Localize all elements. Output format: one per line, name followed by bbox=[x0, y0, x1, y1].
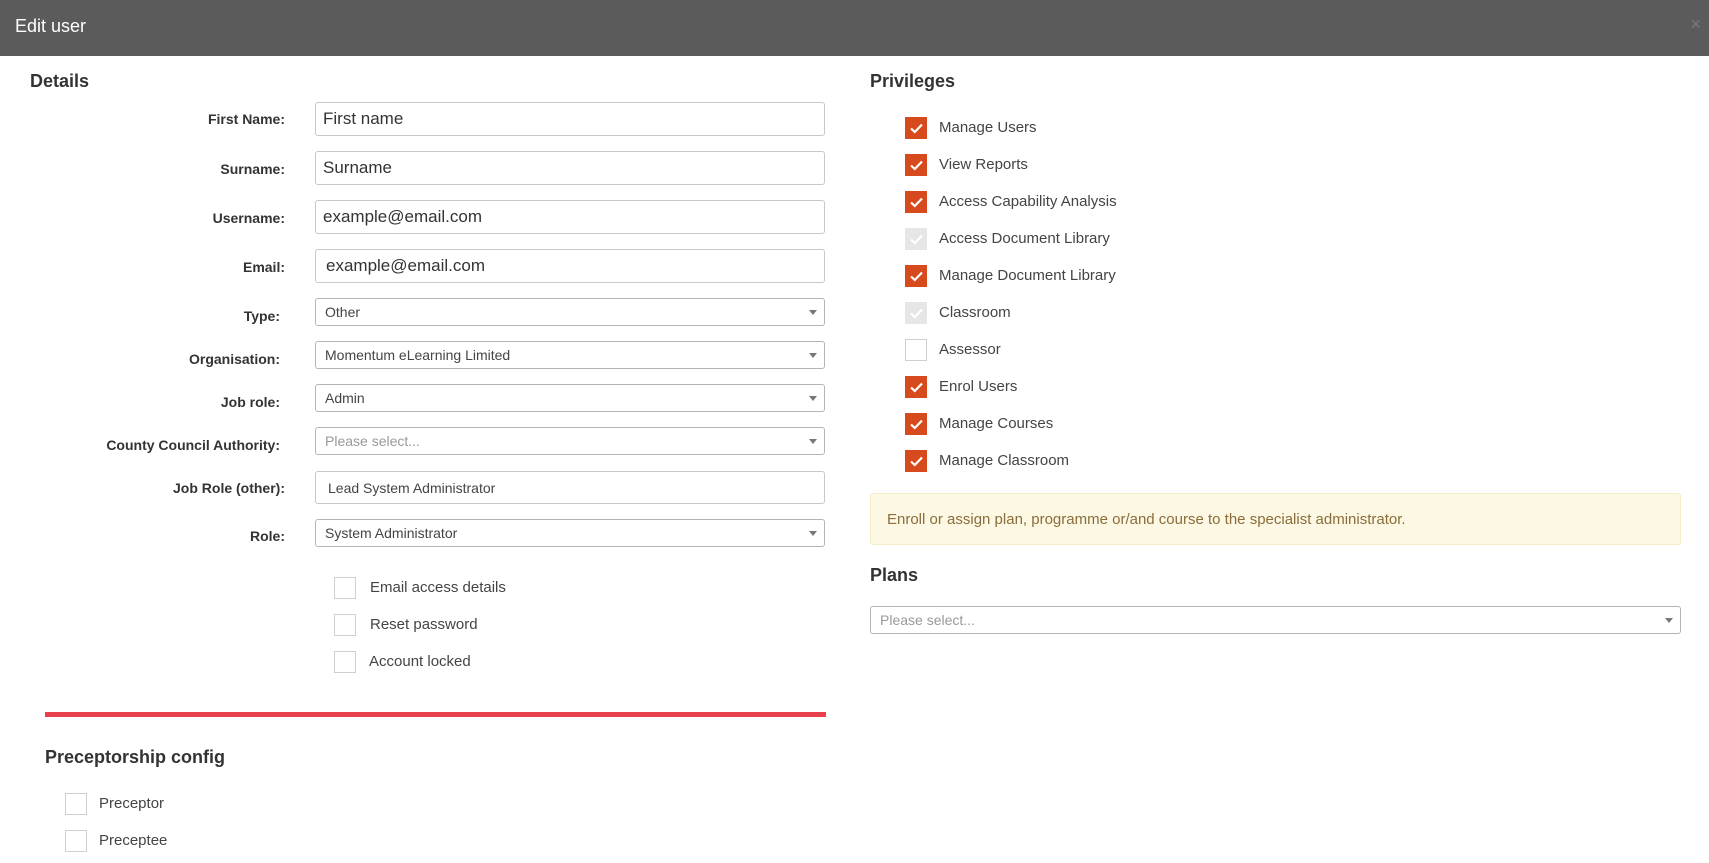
chevron-down-icon bbox=[809, 353, 817, 358]
privilege-label-manage-courses: Manage Courses bbox=[939, 415, 1054, 432]
reset-password-label: Reset password bbox=[370, 616, 478, 633]
preceptor-checkbox[interactable] bbox=[65, 793, 87, 815]
chevron-down-icon bbox=[809, 439, 817, 444]
privilege-label-view-reports: View Reports bbox=[939, 156, 1028, 173]
county-council-select[interactable]: Please select... bbox=[315, 427, 825, 455]
preceptorship-title: Preceptorship config bbox=[45, 747, 226, 767]
privilege-checkbox-access-document-library bbox=[905, 228, 927, 250]
modal-title: Edit user bbox=[15, 16, 87, 36]
reset-password-checkbox[interactable] bbox=[334, 614, 356, 636]
privilege-checkbox-access-capability-analysis[interactable] bbox=[905, 191, 927, 213]
organisation-label: Organisation: bbox=[188, 351, 280, 367]
job-role-other-input[interactable]: Lead System Administrator bbox=[315, 471, 825, 504]
details-title: Details bbox=[30, 71, 90, 91]
username-input[interactable]: example@email.com bbox=[315, 200, 825, 234]
county-council-select-placeholder: Please select... bbox=[325, 433, 420, 449]
privilege-checkbox-enrol-users[interactable] bbox=[905, 376, 927, 398]
chevron-down-icon bbox=[809, 531, 817, 536]
privileges-title: Privileges bbox=[870, 71, 956, 91]
email-access-details-checkbox[interactable] bbox=[334, 577, 356, 599]
privilege-label-manage-users: Manage Users bbox=[939, 119, 1037, 136]
checkmark-icon bbox=[910, 456, 923, 467]
type-select-value: Other bbox=[325, 304, 361, 320]
checkmark-icon bbox=[910, 160, 923, 171]
privilege-label-enrol-users: Enrol Users bbox=[939, 378, 1018, 395]
checkmark-icon bbox=[910, 271, 923, 282]
checkmark-icon bbox=[910, 234, 923, 245]
job-role-other-label: Job Role (other): bbox=[173, 480, 285, 496]
first-name-label: First Name: bbox=[207, 111, 285, 127]
privilege-checkbox-manage-classroom[interactable] bbox=[905, 450, 927, 472]
role-select-value: System Administrator bbox=[325, 525, 458, 541]
privilege-checkbox-manage-document-library[interactable] bbox=[905, 265, 927, 287]
organisation-select[interactable]: Momentum eLearning Limited bbox=[315, 341, 825, 369]
privilege-label-manage-document-library: Manage Document Library bbox=[939, 267, 1116, 284]
specialist-admin-notice: Enroll or assign plan, programme or/and … bbox=[870, 493, 1681, 545]
preceptee-label: Preceptee bbox=[99, 832, 168, 849]
checkmark-icon bbox=[910, 308, 923, 319]
role-label: Role: bbox=[250, 528, 285, 544]
username-label: Username: bbox=[212, 210, 285, 226]
email-input[interactable]: example@email.com bbox=[315, 249, 825, 283]
close-icon[interactable]: × bbox=[1690, 14, 1701, 35]
email-label: Email: bbox=[242, 259, 285, 275]
job-role-select-value: Admin bbox=[325, 390, 365, 406]
checkmark-icon bbox=[910, 382, 923, 393]
role-select[interactable]: System Administrator bbox=[315, 519, 825, 547]
section-divider bbox=[45, 712, 826, 717]
privilege-checkbox-manage-users[interactable] bbox=[905, 117, 927, 139]
privilege-label-access-capability-analysis: Access Capability Analysis bbox=[939, 193, 1117, 210]
privilege-checkbox-assessor[interactable] bbox=[905, 339, 927, 361]
county-council-label: County Council Authority: bbox=[106, 437, 280, 453]
plans-select-placeholder: Please select... bbox=[880, 612, 975, 628]
privilege-label-assessor: Assessor bbox=[939, 341, 1001, 358]
account-locked-checkbox[interactable] bbox=[334, 651, 356, 673]
modal-header: Edit user × bbox=[0, 0, 1709, 56]
job-role-label: Job role: bbox=[220, 394, 280, 410]
plans-select[interactable]: Please select... bbox=[870, 606, 1681, 634]
surname-input[interactable]: Surname bbox=[315, 151, 825, 185]
account-locked-label: Account locked bbox=[369, 653, 471, 670]
first-name-input[interactable]: First name bbox=[315, 102, 825, 136]
preceptor-label: Preceptor bbox=[99, 795, 165, 812]
preceptee-checkbox[interactable] bbox=[65, 830, 87, 852]
privilege-checkbox-view-reports[interactable] bbox=[905, 154, 927, 176]
privilege-checkbox-classroom bbox=[905, 302, 927, 324]
type-label: Type: bbox=[243, 308, 280, 324]
surname-label: Surname: bbox=[220, 161, 285, 177]
privilege-label-manage-classroom: Manage Classroom bbox=[939, 452, 1070, 469]
chevron-down-icon bbox=[1665, 618, 1673, 623]
type-select[interactable]: Other bbox=[315, 298, 825, 326]
checkmark-icon bbox=[910, 123, 923, 134]
chevron-down-icon bbox=[809, 396, 817, 401]
checkmark-icon bbox=[910, 419, 923, 430]
plans-title: Plans bbox=[870, 565, 919, 585]
checkmark-icon bbox=[910, 197, 923, 208]
privilege-label-access-document-library: Access Document Library bbox=[939, 230, 1110, 247]
organisation-select-value: Momentum eLearning Limited bbox=[325, 347, 511, 363]
notice-text: Enroll or assign plan, programme or/and … bbox=[887, 511, 1406, 528]
privilege-checkbox-manage-courses[interactable] bbox=[905, 413, 927, 435]
email-access-details-label: Email access details bbox=[370, 579, 506, 596]
privilege-label-classroom: Classroom bbox=[939, 304, 1011, 321]
job-role-select[interactable]: Admin bbox=[315, 384, 825, 412]
chevron-down-icon bbox=[809, 310, 817, 315]
